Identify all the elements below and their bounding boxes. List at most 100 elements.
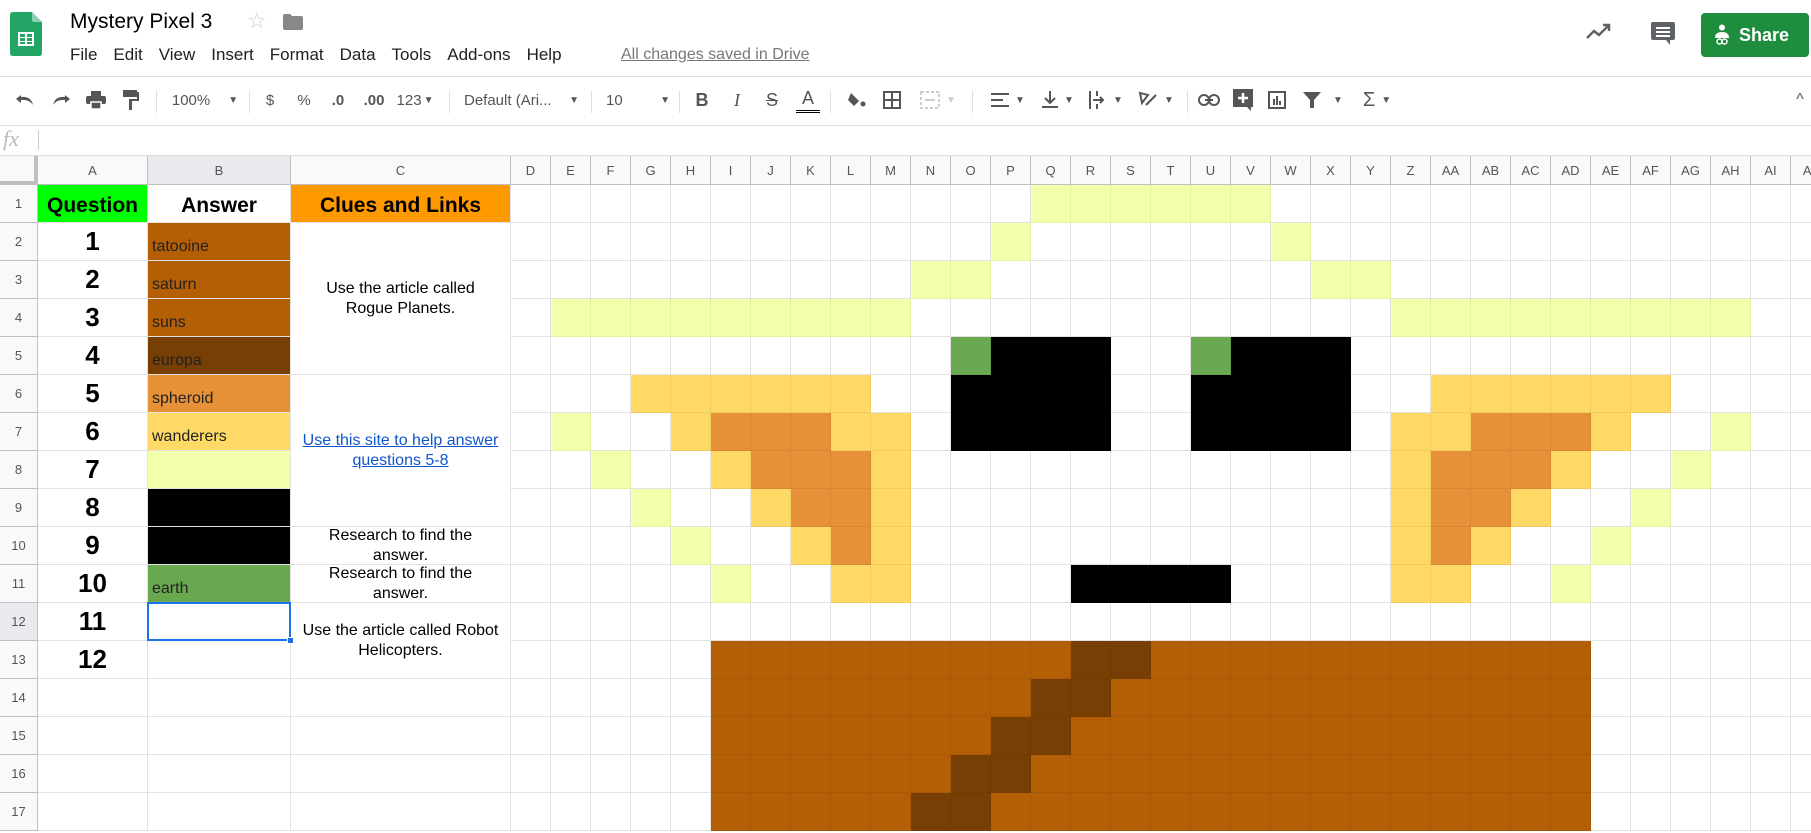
cell-y10[interactable] [1351,527,1391,565]
cell-aj4[interactable] [1791,299,1811,337]
pixel-cell[interactable] [951,641,991,679]
cell-f6[interactable] [591,375,631,413]
cell-v10[interactable] [1231,527,1271,565]
cell-ag16[interactable] [1671,755,1711,793]
answer-cell[interactable]: wanderers [148,413,291,451]
cell-s12[interactable] [1111,603,1151,641]
pixel-cell[interactable] [1351,641,1391,679]
cell-t2[interactable] [1151,223,1191,261]
column-header-af[interactable]: AF [1631,156,1671,185]
cell-g7[interactable] [631,413,671,451]
pixel-cell[interactable] [1431,299,1471,337]
pixel-cell[interactable] [1031,185,1071,223]
italic-button[interactable]: I [727,87,747,113]
cell-d16[interactable] [511,755,551,793]
cell-l2[interactable] [831,223,871,261]
column-header-w[interactable]: W [1271,156,1311,185]
cell-h11[interactable] [671,565,711,603]
pixel-cell[interactable] [831,451,871,489]
cell-q3[interactable] [1031,261,1071,299]
menu-edit[interactable]: Edit [113,45,142,65]
pixel-cell[interactable] [1471,375,1511,413]
pixel-cell[interactable] [1271,755,1311,793]
cell-t9[interactable] [1151,489,1191,527]
pixel-cell[interactable] [1551,413,1591,451]
pixel-cell[interactable] [1271,717,1311,755]
cell-ai13[interactable] [1751,641,1791,679]
cell-ah3[interactable] [1711,261,1751,299]
activity-trend-icon[interactable] [1585,20,1613,44]
pixel-cell[interactable] [991,413,1031,451]
cell-af14[interactable] [1631,679,1671,717]
more-formats-button[interactable]: 123 ▼ [395,87,435,113]
pixel-cell[interactable] [831,299,871,337]
pixel-cell[interactable] [1191,755,1231,793]
cell-f3[interactable] [591,261,631,299]
cell-w12[interactable] [1271,603,1311,641]
cell-ad5[interactable] [1551,337,1591,375]
cell-y1[interactable] [1351,185,1391,223]
folder-icon[interactable] [283,14,303,30]
cell-n10[interactable] [911,527,951,565]
pixel-cell[interactable] [1111,679,1151,717]
cell-ae5[interactable] [1591,337,1631,375]
cell-c15[interactable] [291,717,511,755]
cell-e10[interactable] [551,527,591,565]
cell-d6[interactable] [511,375,551,413]
column-header-k[interactable]: K [791,156,831,185]
cell-r9[interactable] [1071,489,1111,527]
pixel-cell[interactable] [1471,755,1511,793]
pixel-cell[interactable] [1151,793,1191,831]
pixel-cell[interactable] [871,299,911,337]
column-header-v[interactable]: V [1231,156,1271,185]
pixel-cell[interactable] [831,679,871,717]
cell-k2[interactable] [791,223,831,261]
header-question[interactable]: Question [38,185,148,223]
cell-ag15[interactable] [1671,717,1711,755]
cell-e14[interactable] [551,679,591,717]
cell-af16[interactable] [1631,755,1671,793]
pixel-cell[interactable] [1151,185,1191,223]
currency-format-button[interactable]: $ [260,87,280,113]
pixel-cell[interactable] [1631,299,1671,337]
pixel-cell[interactable] [1511,717,1551,755]
cell-aj2[interactable] [1791,223,1811,261]
undo-icon[interactable] [12,87,38,113]
cell-k12[interactable] [791,603,831,641]
menu-tools[interactable]: Tools [392,45,432,65]
column-header-aa[interactable]: AA [1431,156,1471,185]
cell-e3[interactable] [551,261,591,299]
question-number[interactable]: 8 [38,489,148,527]
pixel-cell[interactable] [1391,565,1431,603]
pixel-cell[interactable] [1191,641,1231,679]
cell-p12[interactable] [991,603,1031,641]
cell-aj8[interactable] [1791,451,1811,489]
cell-d14[interactable] [511,679,551,717]
answer-cell[interactable] [148,641,291,679]
cell-y7[interactable] [1351,413,1391,451]
clue-link[interactable]: Use this site to help answer questions 5… [301,431,500,471]
cell-g11[interactable] [631,565,671,603]
cell-w3[interactable] [1271,261,1311,299]
pixel-cell[interactable] [1311,717,1351,755]
pixel-cell[interactable] [1111,793,1151,831]
cell-ae17[interactable] [1591,793,1631,831]
pixel-cell[interactable] [1031,375,1071,413]
cell-af3[interactable] [1631,261,1671,299]
pixel-cell[interactable] [991,641,1031,679]
cell-h16[interactable] [671,755,711,793]
pixel-cell[interactable] [1551,717,1591,755]
pixel-cell[interactable] [711,793,751,831]
pixel-cell[interactable] [1391,793,1431,831]
pixel-cell[interactable] [1311,641,1351,679]
cell-ag3[interactable] [1671,261,1711,299]
fill-color-icon[interactable] [845,87,869,113]
pixel-cell[interactable] [751,717,791,755]
pixel-cell[interactable] [1071,679,1111,717]
cell-k5[interactable] [791,337,831,375]
cell-ag5[interactable] [1671,337,1711,375]
pixel-cell[interactable] [1431,565,1471,603]
pixel-cell[interactable] [951,261,991,299]
pixel-cell[interactable] [1391,451,1431,489]
cell-ai10[interactable] [1751,527,1791,565]
